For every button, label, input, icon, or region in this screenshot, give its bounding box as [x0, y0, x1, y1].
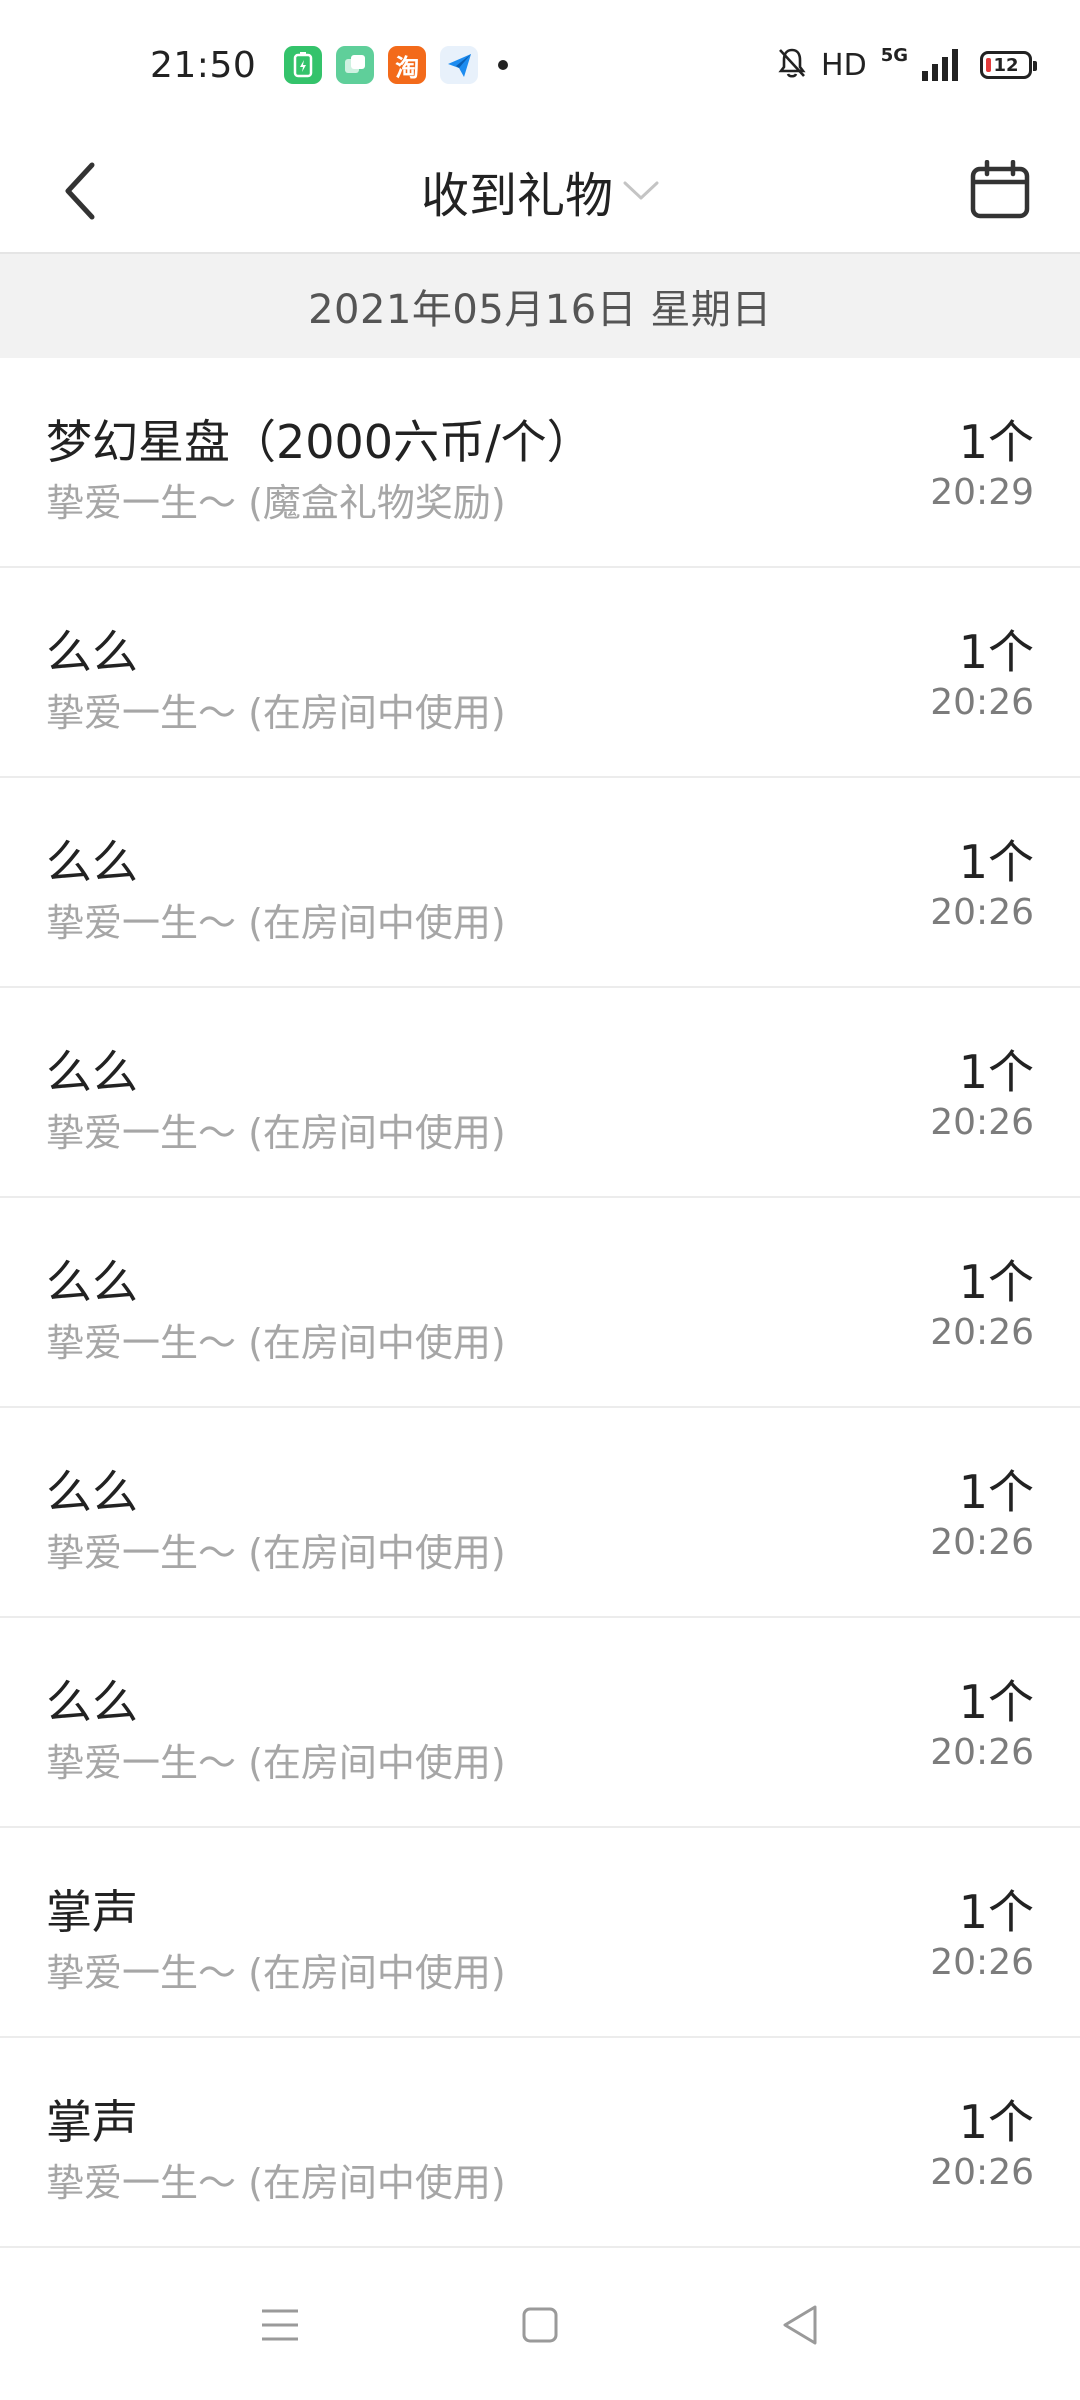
list-item[interactable]: 掌声 挚爱一生～ (在房间中使用) 1个 20:26 [0, 2038, 1080, 2248]
gift-source: 挚爱一生～ (在房间中使用) [46, 1741, 506, 1785]
gift-source: 挚爱一生～ (在房间中使用) [46, 1951, 506, 1995]
gift-count: 1个 [958, 1255, 1034, 1309]
signal-strength-icon [922, 49, 958, 81]
gift-count: 1个 [958, 415, 1034, 469]
gift-time: 20:29 [930, 472, 1034, 513]
chevron-left-icon [65, 162, 95, 220]
gift-time: 20:26 [930, 1522, 1034, 1563]
list-item[interactable]: 么么 挚爱一生～ (在房间中使用) 1个 20:26 [0, 1618, 1080, 1828]
gift-list: 梦幻星盘（2000六币/个） 挚爱一生～ (魔盒礼物奖励) 1个 20:29 么… [0, 358, 1080, 2248]
list-item[interactable]: 么么 挚爱一生～ (在房间中使用) 1个 20:26 [0, 1198, 1080, 1408]
chevron-down-icon [623, 181, 659, 200]
cards-app-icon [336, 46, 375, 84]
gift-name: 掌声 [46, 2095, 138, 2149]
back-triangle-icon [783, 2305, 817, 2345]
home-icon [522, 2307, 558, 2343]
app-header: 收到礼物 [0, 130, 1080, 252]
gift-name: 梦幻星盘（2000六币/个） [46, 415, 593, 469]
gift-name: 么么 [46, 835, 138, 889]
gift-source: 挚爱一生～ (在房间中使用) [46, 1321, 506, 1365]
gift-count: 1个 [958, 1675, 1034, 1729]
gift-time: 20:26 [930, 2152, 1034, 2193]
calendar-icon [970, 160, 1030, 219]
page-title: 收到礼物 [420, 168, 613, 224]
plane-app-icon [440, 46, 479, 84]
gift-count: 1个 [958, 1885, 1034, 1939]
gift-time: 20:26 [930, 1102, 1034, 1143]
gift-name: 么么 [46, 1675, 138, 1729]
gift-time: 20:26 [930, 682, 1034, 723]
list-item[interactable]: 掌声 挚爱一生～ (在房间中使用) 1个 20:26 [0, 1828, 1080, 2038]
system-nav-bar [0, 2250, 1080, 2400]
gift-time: 20:26 [930, 1732, 1034, 1773]
gift-source: 挚爱一生～ (魔盒礼物奖励) [46, 481, 506, 525]
gift-source: 挚爱一生～ (在房间中使用) [46, 2161, 506, 2205]
gift-count: 1个 [958, 835, 1034, 889]
date-section-header: 2021年05月16日 星期日 [0, 254, 1080, 358]
calendar-button[interactable] [960, 150, 1040, 230]
gift-count: 1个 [958, 1465, 1034, 1519]
list-item[interactable]: 么么 挚爱一生～ (在房间中使用) 1个 20:26 [0, 988, 1080, 1198]
gift-name: 么么 [46, 1465, 138, 1519]
gift-name: 么么 [46, 1255, 138, 1309]
gift-count: 1个 [958, 1045, 1034, 1099]
gift-count: 1个 [958, 625, 1034, 679]
system-back-button[interactable] [670, 2275, 930, 2375]
list-item[interactable]: 么么 挚爱一生～ (在房间中使用) 1个 20:26 [0, 568, 1080, 778]
status-time: 21:50 [150, 44, 257, 86]
taobao-icon: 淘 [388, 46, 427, 84]
gift-count: 1个 [958, 2095, 1034, 2149]
menu-icon [262, 2309, 298, 2341]
gift-name: 掌声 [46, 1885, 138, 1939]
more-notifications-dot [498, 60, 509, 70]
notification-icons: 淘 [284, 46, 509, 84]
mute-bell-icon [777, 47, 807, 83]
gift-source: 挚爱一生～ (在房间中使用) [46, 691, 506, 735]
network-type: 5G [880, 44, 908, 66]
home-button[interactable] [410, 2275, 670, 2375]
list-item[interactable]: 么么 挚爱一生～ (在房间中使用) 1个 20:26 [0, 778, 1080, 988]
list-item[interactable]: 么么 挚爱一生～ (在房间中使用) 1个 20:26 [0, 1408, 1080, 1618]
battery-level: 12 [993, 54, 1019, 76]
recents-button[interactable] [150, 2275, 410, 2375]
gift-time: 20:26 [930, 892, 1034, 933]
battery-icon: 12 [980, 51, 1037, 79]
gift-source: 挚爱一生～ (在房间中使用) [46, 901, 506, 945]
gift-name: 么么 [46, 625, 138, 679]
gift-time: 20:26 [930, 1942, 1034, 1983]
gift-name: 么么 [46, 1045, 138, 1099]
list-item[interactable]: 梦幻星盘（2000六币/个） 挚爱一生～ (魔盒礼物奖励) 1个 20:29 [0, 358, 1080, 568]
status-indicators: HD 5G 12 [777, 44, 1037, 83]
gift-source: 挚爱一生～ (在房间中使用) [46, 1111, 506, 1155]
title-dropdown[interactable]: 收到礼物 [421, 156, 659, 226]
status-bar: 21:50 淘 HD 5G 12 [0, 0, 1080, 130]
back-button[interactable] [40, 156, 120, 226]
gift-time: 20:26 [930, 1312, 1034, 1353]
gift-source: 挚爱一生～ (在房间中使用) [46, 1531, 506, 1575]
battery-saver-icon [284, 46, 323, 84]
hd-indicator: HD [821, 47, 867, 83]
date-label: 2021年05月16日 星期日 [308, 287, 772, 333]
